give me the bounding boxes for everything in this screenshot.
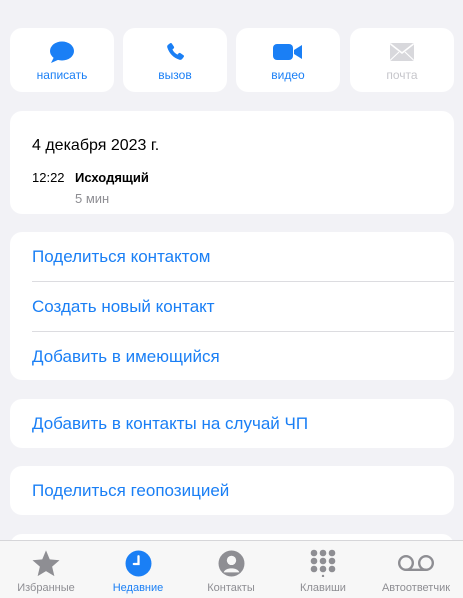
call-duration: 5 мин bbox=[75, 191, 110, 206]
recent-call-card: 4 декабря 2023 г. 12:22 Исходящий 5 мин bbox=[10, 111, 454, 214]
location-card: Поделиться геопозицией bbox=[10, 466, 454, 515]
mail-button[interactable]: почта bbox=[350, 28, 454, 92]
call-button-label: вызов bbox=[158, 68, 192, 82]
voicemail-icon bbox=[397, 548, 435, 578]
tab-recents[interactable]: Недавние bbox=[92, 541, 184, 598]
tab-favorites[interactable]: Избранные bbox=[0, 541, 92, 598]
tab-keypad-label: Клавиши bbox=[300, 582, 346, 594]
message-button[interactable]: написать bbox=[10, 28, 114, 92]
tab-keypad[interactable]: Клавиши bbox=[277, 541, 369, 598]
call-date: 4 декабря 2023 г. bbox=[32, 137, 160, 154]
video-button-label: видео bbox=[271, 68, 305, 82]
share-contact-option[interactable]: Поделиться контактом bbox=[32, 232, 454, 281]
message-button-label: написать bbox=[36, 68, 88, 82]
mail-button-label: почта bbox=[386, 68, 418, 82]
phone-icon bbox=[164, 39, 186, 65]
add-to-existing-option[interactable]: Добавить в имеющийся bbox=[32, 332, 454, 381]
call-direction: Исходящий bbox=[75, 170, 149, 185]
create-contact-option[interactable]: Создать новый контакт bbox=[32, 282, 454, 331]
tab-voicemail[interactable]: Автоответчик bbox=[370, 541, 462, 598]
contact-options-menu: Поделиться контактом Создать новый конта… bbox=[10, 232, 454, 380]
video-button[interactable]: видео bbox=[236, 28, 340, 92]
tab-voicemail-label: Автоответчик bbox=[381, 582, 451, 594]
tab-contacts[interactable]: Контакты bbox=[185, 541, 277, 598]
tab-bar: Избранные Недавние Контакты Клавиши Авто… bbox=[0, 540, 463, 598]
envelope-icon bbox=[389, 39, 415, 65]
emergency-card: Добавить в контакты на случай ЧП bbox=[10, 399, 454, 448]
add-emergency-contact-option[interactable]: Добавить в контакты на случай ЧП bbox=[32, 399, 454, 448]
contact-actions: написать вызов видео почта bbox=[10, 28, 454, 92]
tab-contacts-label: Контакты bbox=[207, 582, 255, 594]
person-circle-icon bbox=[218, 548, 245, 578]
call-time: 12:22 bbox=[32, 170, 65, 185]
call-button[interactable]: вызов bbox=[123, 28, 227, 92]
star-icon bbox=[31, 548, 61, 578]
speech-bubble-icon bbox=[49, 39, 75, 65]
tab-favorites-label: Избранные bbox=[17, 582, 75, 594]
video-camera-icon bbox=[273, 39, 303, 65]
tab-recents-label: Недавние bbox=[112, 582, 164, 594]
share-location-option[interactable]: Поделиться геопозицией bbox=[32, 466, 454, 515]
keypad-icon bbox=[309, 548, 337, 578]
clock-icon bbox=[125, 548, 152, 578]
